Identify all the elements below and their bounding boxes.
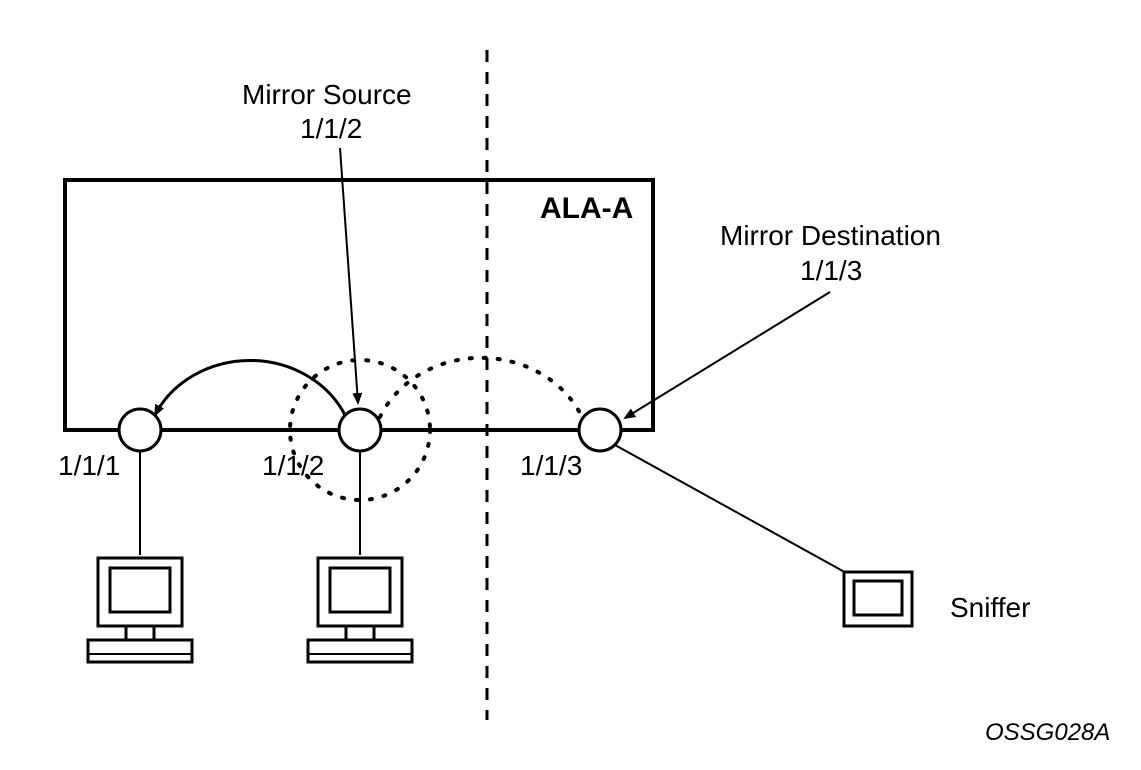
sniffer-label: Sniffer	[950, 592, 1030, 623]
mirror-dest-port: 1/1/3	[800, 255, 862, 286]
link-port3	[615, 445, 850, 575]
device-name: ALA-A	[540, 192, 633, 225]
port-2-label: 1/1/2	[262, 450, 324, 481]
port-3	[579, 409, 621, 451]
port-1	[119, 409, 161, 451]
mirror-source-pointer	[340, 148, 358, 403]
sniffer-icon	[844, 572, 912, 626]
computer-icon-1	[88, 558, 192, 662]
port-1-label: 1/1/1	[58, 450, 120, 481]
mirror-source-port: 1/1/2	[300, 113, 362, 144]
mirror-dest-title: Mirror Destination	[720, 220, 941, 251]
traffic-arc	[155, 360, 345, 415]
port-2	[339, 409, 381, 451]
mirror-arc	[380, 358, 582, 417]
network-diagram: ALA-A 1/1/1 1/1/2 1/1/3 Sniffer Mirror	[0, 0, 1141, 770]
mirror-source-title: Mirror Source	[242, 79, 412, 110]
port-3-label: 1/1/3	[520, 450, 582, 481]
figure-id: OSSG028A	[985, 719, 1110, 746]
mirror-dest-pointer	[625, 292, 830, 418]
computer-icon-2	[308, 558, 412, 662]
